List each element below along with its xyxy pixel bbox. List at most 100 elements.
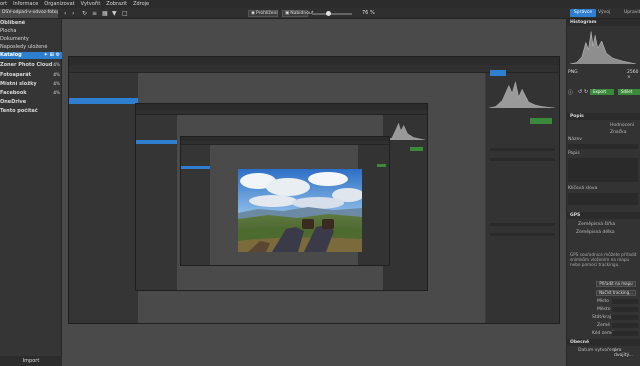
assign-map-button[interactable]: Přiřadit na mapu (596, 281, 636, 287)
nested-field (489, 157, 555, 161)
state-label: Stát/kraj (592, 315, 612, 320)
menu-vytvorit[interactable]: Vytvořit (81, 1, 101, 7)
sidebar-item-label: Zoner Photo Cloud (0, 62, 53, 68)
share-button[interactable]: Sdílet (618, 89, 640, 95)
forward-icon[interactable]: › (72, 11, 78, 17)
menubar: ort Informace Organizovat Vytvořit Zobra… (0, 0, 640, 8)
nested-selected-item (69, 97, 138, 105)
description-header[interactable]: Popis (566, 113, 640, 120)
import-button[interactable]: Import (0, 356, 62, 366)
develop-mode-button[interactable]: Vývoj (598, 9, 610, 17)
nested-export-button (376, 163, 386, 167)
sidebar-item-zoner-cloud[interactable]: Zoner Photo Cloud 4% (0, 62, 62, 69)
latitude-label: Zeměpisná šířka (578, 222, 616, 227)
menu-import[interactable]: ort (0, 1, 7, 7)
zoom-knob[interactable] (326, 11, 331, 16)
select-label: Nabídnout (290, 11, 314, 16)
country-code-label: Kód země (592, 331, 615, 336)
sidebar-item-label: Katalog (0, 52, 22, 58)
select-dropdown[interactable]: ▣ Nabídnout (282, 10, 314, 17)
sidebar-badge: 4% (53, 72, 60, 77)
sidebar-item-recent[interactable]: Naposledy uložené (0, 44, 62, 51)
sidebar-item-local-folders[interactable]: Místní složky 4% (0, 81, 62, 88)
sidebar-item-label: Fotoaparát (0, 72, 32, 78)
view-dropdown[interactable]: ◉ Prohlížení (248, 10, 278, 17)
sidebar-item-label: Plocha (0, 28, 17, 34)
menu-organizovat[interactable]: Organizovat (44, 1, 74, 7)
nested-toolbar (69, 64, 559, 73)
export-label: Export (593, 89, 607, 94)
share-label: Sdílet (621, 89, 633, 94)
sidebar-item-facebook[interactable]: Facebook 4% (0, 90, 62, 97)
rotate-right-icon[interactable]: ↻ (584, 89, 588, 95)
sidebar-item-label: Dokumenty (0, 36, 29, 42)
menu-zdroje[interactable]: Zdroje (133, 1, 149, 7)
longitude-label: Zeměpisná délka (576, 230, 615, 235)
sidebar-item-this-pc[interactable]: Tento počítač (0, 108, 62, 115)
sidebar-badge: 4% (53, 81, 60, 86)
edit-mode-button[interactable]: Upravit (624, 9, 640, 17)
nested-right-panel (357, 144, 389, 265)
rotate-left-icon[interactable]: ↺ (578, 89, 582, 95)
sidebar-item-catalog[interactable]: Katalog ✦ ⊞ ⚙ (0, 52, 62, 59)
sidebar-item-camera[interactable]: Fotoaparát 4% (0, 72, 62, 79)
sidebar-item-label: OneDrive (0, 99, 27, 105)
file-type: PNG (568, 70, 578, 75)
nested-histogram (385, 122, 425, 140)
refresh-icon[interactable]: ↻ (82, 11, 88, 17)
country-label: Země (597, 323, 611, 328)
sidebar-item-label: Tento počítač (0, 108, 38, 114)
sidebar-item-onedrive[interactable]: OneDrive (0, 99, 62, 106)
created-date-label: Datum vytvoření (578, 348, 616, 353)
nested-export-button (409, 146, 423, 151)
file-size: 2560 × (627, 70, 639, 80)
sidebar-item-favorites[interactable]: Oblíbené (0, 20, 62, 27)
menu-zobrazit[interactable]: Zobrazit (106, 1, 127, 7)
color-label-label: Značka (610, 130, 627, 135)
gps-header[interactable]: GPS (566, 212, 640, 219)
sidebar-badge: 4% (53, 90, 60, 95)
country-field[interactable] (612, 323, 638, 328)
catalog-actions-icon[interactable]: ✦ ⊞ ⚙ (44, 52, 60, 58)
sidebar-item-label: Oblíbené (0, 20, 26, 26)
nested-field (489, 222, 555, 226)
histogram-header[interactable]: Histogram (566, 19, 640, 26)
general-header[interactable]: Obecné (566, 339, 640, 346)
export-button[interactable]: Export (590, 89, 614, 95)
view-label: Prohlížení (255, 11, 278, 16)
keywords-label: Klíčová slova (568, 186, 598, 191)
list-view-icon[interactable]: ≡ (92, 11, 98, 17)
description-label: Popis (568, 151, 580, 156)
keywords-field[interactable] (568, 193, 638, 205)
zoom-slider[interactable] (312, 13, 352, 15)
manage-mode-button[interactable]: Správce (570, 9, 596, 17)
place-label: Místo (597, 299, 609, 304)
rating-label: Hodnocení (610, 123, 634, 128)
country-code-field[interactable] (612, 331, 638, 336)
sidebar-item-documents[interactable]: Dokumenty (0, 36, 62, 43)
title-field[interactable] (568, 144, 638, 149)
nested-sidebar (69, 72, 138, 323)
info-icon[interactable]: ⓘ (568, 89, 573, 96)
gps-note: GPS souřadnice můžete přiřadit snímkům v… (570, 252, 637, 267)
description-field[interactable] (568, 158, 638, 182)
zoom-value: 76 % (362, 10, 375, 16)
preview-icon[interactable]: □ (122, 11, 128, 17)
sidebar-item-label: Místní složky (0, 81, 37, 87)
back-icon[interactable]: ‹ (64, 11, 70, 17)
filter-icon[interactable]: ▼ (112, 11, 118, 17)
menu-informace[interactable]: Informace (13, 1, 38, 7)
grid-view-icon[interactable]: ▦ (102, 11, 108, 17)
load-tracking-button[interactable]: Načíst tracking... (596, 290, 636, 296)
nested-selected-item (136, 139, 177, 144)
title-label: Název (568, 137, 582, 142)
document-tab[interactable]: DSV-odpad-v-odvoz-fotografii-1... (0, 9, 58, 18)
nested-mode-button (490, 70, 506, 76)
city-field[interactable] (612, 307, 638, 312)
sidebar-item-desktop[interactable]: Plocha (0, 28, 62, 35)
nested-histogram (489, 81, 556, 108)
state-field[interactable] (612, 315, 638, 320)
created-date-value: pro dvojitý... (614, 348, 633, 358)
nested-selected-item (181, 166, 211, 170)
place-field[interactable] (612, 299, 638, 304)
